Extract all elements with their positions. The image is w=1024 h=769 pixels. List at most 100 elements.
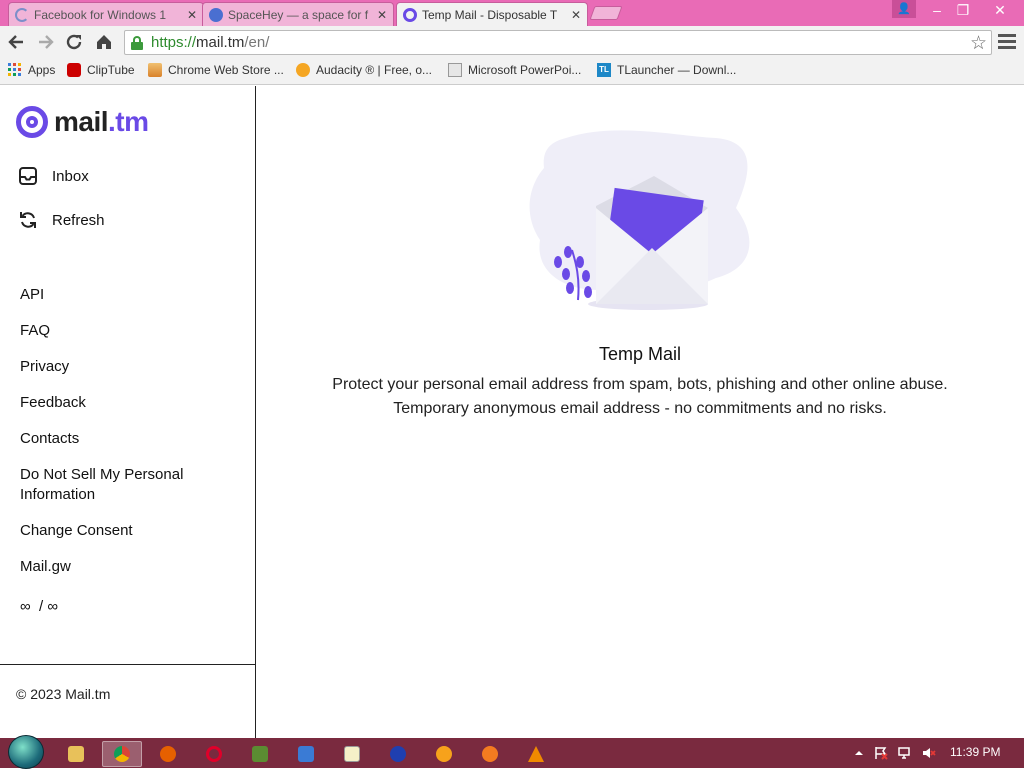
link-mail-gw[interactable]: Mail.gw (20, 557, 71, 577)
taskbar-fire-app[interactable] (424, 741, 464, 767)
copyright-text: © 2023 Mail.tm (16, 686, 111, 702)
sidebar-divider (0, 664, 255, 665)
youtube-icon (67, 63, 81, 77)
bookmark-label: TLauncher — Downl... (617, 63, 737, 77)
avast-icon (482, 746, 498, 762)
url-host: mail.tm (196, 34, 245, 51)
chevron-up-icon[interactable] (852, 746, 866, 760)
url-path: /en/ (244, 34, 270, 51)
hero-subdescription: Temporary anonymous email address - no c… (393, 400, 887, 417)
chrome-icon (114, 746, 130, 762)
link-faq[interactable]: FAQ (20, 321, 50, 341)
volume-muted-icon[interactable] (922, 746, 936, 760)
minecraft-icon (252, 746, 268, 762)
restore-button[interactable]: ❐ (948, 0, 978, 20)
spacehey-icon (209, 7, 223, 22)
home-icon[interactable] (94, 32, 114, 52)
sidebar-item-refresh[interactable]: Refresh (18, 210, 105, 230)
taskbar-firefox[interactable] (148, 741, 188, 767)
refresh-icon (18, 210, 38, 230)
network-icon[interactable] (898, 746, 912, 760)
link-change-consent[interactable]: Change Consent (20, 521, 133, 541)
bookmark-label: Apps (28, 63, 56, 77)
taskbar-file-explorer[interactable] (56, 741, 96, 767)
tab-facebook[interactable]: Facebook for Windows 1 ✕ (8, 2, 204, 26)
sidebar: mail.tm Inbox Refresh API FAQ Privacy Fe… (0, 86, 256, 738)
bookmark-powerpoint[interactable]: Microsoft PowerPoi... (448, 63, 581, 77)
tab-temp-mail[interactable]: Temp Mail - Disposable T ✕ (396, 2, 588, 26)
firefox-icon (160, 746, 176, 762)
apps-grid-icon (8, 63, 22, 77)
audacity-icon (390, 746, 406, 762)
link-api[interactable]: API (20, 285, 44, 305)
browser-toolbar: https://mail.tm/en/ ☆ (0, 26, 1024, 77)
inbox-icon (18, 166, 38, 186)
forward-arrow-icon[interactable] (36, 32, 56, 52)
url-scheme: https:// (151, 34, 197, 51)
lock-icon (131, 35, 143, 50)
bookmark-audacity[interactable]: Audacity ® | Free, o... (296, 63, 432, 77)
bookmark-cliptube[interactable]: ClipTube (67, 63, 135, 77)
taskbar-audacity[interactable] (378, 741, 418, 767)
taskbar-minecraft[interactable] (240, 741, 280, 767)
monitor-icon (298, 746, 314, 762)
sidebar-item-label: Inbox (52, 167, 89, 185)
web-store-icon (148, 63, 162, 77)
logo-name: mail (54, 106, 109, 137)
bookmark-chrome-web-store[interactable]: Chrome Web Store ... (148, 63, 284, 77)
opera-icon (206, 746, 222, 762)
bookmark-label: Microsoft PowerPoi... (468, 63, 582, 77)
user-profile-icon[interactable]: 👤 (892, 0, 916, 18)
mail-tm-logo[interactable]: mail.tm (16, 106, 149, 138)
logo-text: mail.tm (54, 106, 149, 138)
link-feedback[interactable]: Feedback (20, 393, 86, 413)
tab-title: SpaceHey — a space for f (228, 7, 369, 22)
tl-icon: TL (597, 63, 611, 77)
address-bar[interactable]: https://mail.tm/en/ ☆ (124, 30, 992, 55)
close-tab-icon[interactable]: ✕ (377, 8, 387, 22)
bookmark-label: ClipTube (87, 63, 135, 77)
taskbar-avast[interactable] (470, 741, 510, 767)
browser-titlebar: Facebook for Windows 1 ✕ SpaceHey — a sp… (0, 0, 1024, 26)
taskbar-vlc[interactable] (516, 741, 556, 767)
taskbar-monitor[interactable] (286, 741, 326, 767)
new-tab-button[interactable] (589, 6, 623, 20)
reload-icon[interactable] (64, 32, 84, 52)
windows-taskbar: 11:39 PM (0, 735, 1024, 769)
page-icon (448, 63, 462, 77)
spinner-icon (15, 7, 29, 22)
bookmark-apps[interactable]: Apps (8, 63, 55, 77)
bookmarks-bar: Apps ClipTube Chrome Web Store ... Audac… (0, 59, 1024, 85)
file-explorer-icon (68, 746, 84, 762)
bookmark-star-icon[interactable]: ☆ (970, 32, 987, 55)
hamburger-menu-icon[interactable] (998, 34, 1016, 50)
taskbar-chrome[interactable] (102, 741, 142, 767)
main-content: Temp Mail Protect your personal email ad… (256, 86, 1024, 738)
logo-tld: .tm (108, 106, 149, 137)
link-contacts[interactable]: Contacts (20, 429, 79, 449)
action-center-icon[interactable] (874, 746, 888, 760)
hero-title: Temp Mail (598, 344, 682, 364)
sidebar-item-inbox[interactable]: Inbox (18, 166, 89, 186)
start-orb-icon[interactable] (8, 735, 44, 769)
envelope-illustration (529, 130, 750, 310)
bookmark-label: Chrome Web Store ... (168, 63, 284, 77)
url-text[interactable]: https://mail.tm/en/ (151, 34, 269, 51)
notepad-icon (344, 746, 360, 762)
link-do-not-sell[interactable]: Do Not Sell My Personal Information (20, 465, 220, 505)
mail-at-icon (403, 7, 417, 22)
bookmark-tlauncher[interactable]: TL TLauncher — Downl... (597, 63, 736, 77)
close-tab-icon[interactable]: ✕ (187, 8, 197, 22)
quota-indicator: ∞ / ∞ (20, 598, 59, 615)
taskbar-notepad[interactable] (332, 741, 372, 767)
link-privacy[interactable]: Privacy (20, 357, 69, 377)
back-arrow-icon[interactable] (6, 32, 26, 52)
headphones-icon (296, 63, 310, 77)
close-window-button[interactable]: ✕ (984, 0, 1016, 20)
clock[interactable]: 11:39 PM (950, 745, 1000, 759)
tab-title: Facebook for Windows 1 (34, 7, 167, 22)
taskbar-opera[interactable] (194, 741, 234, 767)
close-tab-icon[interactable]: ✕ (571, 8, 581, 22)
sidebar-item-label: Refresh (52, 211, 105, 229)
tab-spacehey[interactable]: SpaceHey — a space for f ✕ (202, 2, 394, 26)
